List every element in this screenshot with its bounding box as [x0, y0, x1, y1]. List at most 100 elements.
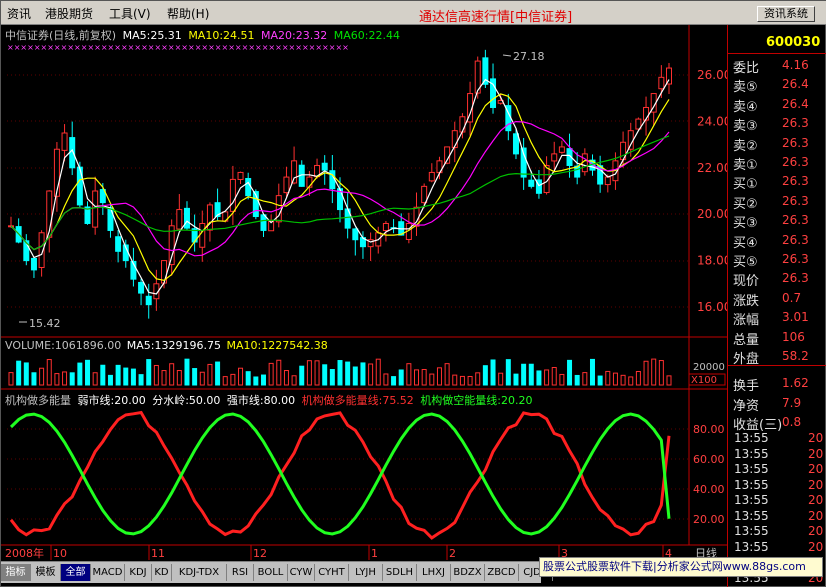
- tab-cyht[interactable]: CYHT: [315, 564, 349, 581]
- tick-time: 13:55: [734, 446, 769, 461]
- tab-rsi[interactable]: RSI: [227, 564, 254, 581]
- volume-bar: [215, 361, 221, 386]
- quote-label: 买⑤: [733, 255, 758, 270]
- volume-bar: [574, 374, 580, 386]
- tab-boll[interactable]: BOLL: [254, 564, 288, 581]
- candle: [30, 257, 37, 271]
- chart-area[interactable]: ××××××××××××××××××××××××××××××××××××××××…: [1, 25, 727, 561]
- tab-指标[interactable]: 指标: [1, 564, 31, 581]
- volume-bar: [85, 359, 91, 386]
- month-label: 12: [253, 547, 267, 560]
- tick-time: 13:55: [734, 431, 769, 445]
- candle: [229, 178, 236, 212]
- tab-zbcd[interactable]: ZBCD: [485, 564, 519, 581]
- tab-macd[interactable]: MACD: [91, 564, 125, 581]
- tab-sdlh[interactable]: SDLH: [383, 564, 417, 581]
- quote-label: 涨幅: [733, 313, 760, 329]
- volume-bar: [283, 370, 289, 386]
- volume-bar: [184, 358, 190, 386]
- tick-time: 13:55: [734, 493, 769, 507]
- volume-bar: [498, 372, 504, 386]
- volume-bar: [589, 358, 595, 386]
- price-tick: 24.00: [697, 114, 727, 128]
- menu-bar: 资讯 港股期货 工具(V) 帮助(H) 通达信高速行情[中信证券] 资讯系统: [1, 1, 826, 25]
- tab-kd[interactable]: KD: [152, 564, 172, 581]
- quote-value: 0.7: [782, 290, 802, 305]
- menu-item-help[interactable]: 帮助(H): [167, 5, 209, 22]
- tab-kdj[interactable]: KDJ: [125, 564, 152, 581]
- tick-value: 20: [808, 539, 824, 554]
- quote-label: 总量: [733, 332, 760, 348]
- price-tick: 22.00: [697, 161, 727, 175]
- volume-bar: [253, 376, 259, 386]
- candle: [61, 132, 68, 151]
- menu-item-hk-futures[interactable]: 港股期货: [45, 5, 93, 22]
- app-window: 资讯 港股期货 工具(V) 帮助(H) 通达信高速行情[中信证券] 资讯系统 ×…: [0, 0, 826, 587]
- volume-bar: [46, 359, 52, 386]
- quote-value: 4.16: [782, 58, 809, 72]
- volume-bar: [54, 373, 60, 386]
- candle: [352, 228, 359, 241]
- quote-value: 0.8: [782, 415, 802, 430]
- volume-bar: [207, 363, 213, 386]
- ma10-label: MA10:24.51: [188, 29, 255, 42]
- tick-value: 20: [808, 431, 824, 445]
- volume-bar: [383, 373, 389, 386]
- volume-bar: [528, 363, 534, 386]
- quote-value: 26.3: [782, 213, 809, 228]
- volume-bar: [100, 364, 106, 386]
- volume-bar: [391, 376, 397, 386]
- volume-bar: [643, 360, 649, 386]
- candle: [321, 162, 328, 171]
- quote-label: 买①: [733, 177, 758, 193]
- indicator-tick: 80.00: [693, 423, 725, 436]
- candle: [382, 222, 389, 232]
- indicator-tick: 20.00: [693, 513, 725, 526]
- volume-unit: X100: [691, 375, 717, 386]
- volume-bar: [513, 373, 519, 386]
- volume-bar: [628, 376, 634, 386]
- candlesticks: [8, 49, 672, 319]
- tab-模板[interactable]: 模板: [31, 564, 61, 581]
- price-axis: 26.00 24.00 22.00 20.00 18.00 16.00: [697, 68, 727, 314]
- candle: [428, 171, 435, 182]
- tab-kdj-tdx[interactable]: KDJ-TDX: [172, 564, 227, 581]
- quote-value: 26.3: [782, 271, 809, 286]
- volume-bar: [130, 368, 136, 386]
- volume-bar: [436, 367, 442, 386]
- volume-bar: [16, 360, 22, 386]
- month-label: 10: [53, 547, 67, 560]
- volume-bar: [567, 359, 573, 386]
- quote-label: 卖④: [733, 99, 758, 115]
- tick-time: 13:55: [734, 462, 769, 476]
- volume-bar: [260, 374, 266, 386]
- volume-bar: [8, 372, 14, 386]
- menu-item-info[interactable]: 资讯: [7, 5, 31, 22]
- tab-全部[interactable]: 全部: [61, 564, 91, 581]
- volume-bar: [421, 368, 427, 386]
- tab-cyw[interactable]: CYW: [288, 564, 315, 581]
- quote-label: 现价: [733, 274, 760, 290]
- tab-bdzx[interactable]: BDZX: [451, 564, 485, 581]
- candle: [459, 116, 466, 133]
- volume-bar: [123, 367, 129, 386]
- candle: [421, 185, 428, 204]
- tick-time: 13:55: [734, 508, 769, 523]
- main-chart-legend: 中信证券(日线,前复权) MA5:25.31 MA10:24.51 MA20:2…: [5, 27, 400, 43]
- candle: [115, 236, 122, 252]
- tab-lyjh[interactable]: LYJH: [349, 564, 383, 581]
- menu-item-tools[interactable]: 工具(V): [109, 5, 151, 22]
- info-system-button[interactable]: 资讯系统: [757, 6, 815, 22]
- candle: [658, 76, 665, 90]
- ad-banner[interactable]: 股票公式股票软件下载|分析家公式网www.88gs.com: [539, 557, 823, 577]
- volume-bar: [62, 371, 68, 386]
- candle: [138, 281, 145, 294]
- candle: [237, 171, 244, 180]
- tab-lhxj[interactable]: LHXJ: [417, 564, 451, 581]
- candle: [245, 178, 252, 197]
- volume-bar: [31, 372, 37, 386]
- quote-value: 26.3: [782, 174, 809, 189]
- high-marker: 27.18: [513, 50, 545, 63]
- candle: [260, 214, 267, 231]
- quote-label: 委比: [733, 61, 760, 76]
